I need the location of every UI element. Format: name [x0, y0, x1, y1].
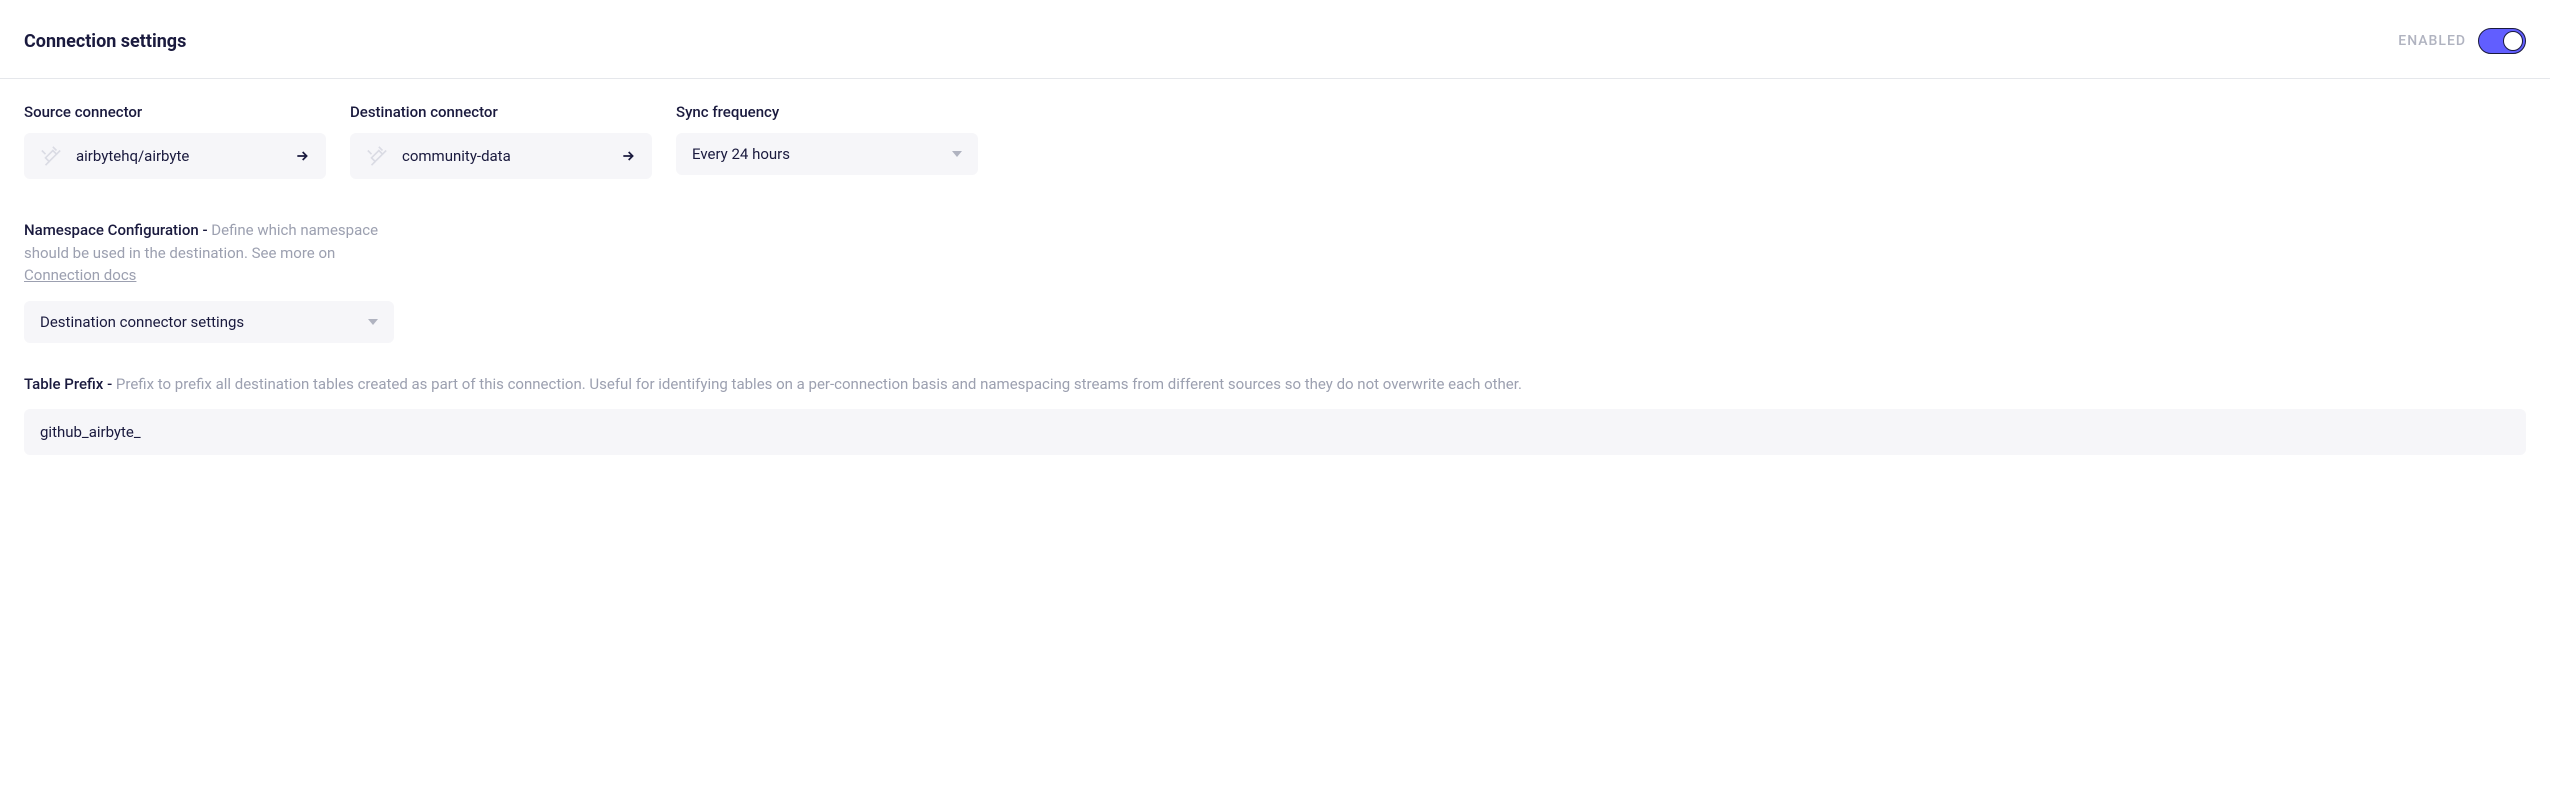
destination-connector-left: community-data	[366, 145, 511, 167]
top-row: Source connector airbytehq/airbyte Desti…	[24, 103, 2526, 179]
sync-frequency-select[interactable]: Every 24 hours	[676, 133, 978, 175]
namespace-value: Destination connector settings	[40, 313, 244, 331]
arrow-right-icon	[620, 148, 636, 164]
namespace-heading: Namespace Configuration - Define which n…	[24, 219, 384, 287]
table-prefix-heading: Table Prefix - Prefix to prefix all dest…	[24, 373, 2526, 396]
sync-frequency-value: Every 24 hours	[692, 145, 790, 163]
destination-connector-field: Destination connector community-data	[350, 103, 652, 179]
tools-icon	[366, 145, 388, 167]
sync-frequency-field: Sync frequency Every 24 hours	[676, 103, 978, 179]
namespace-select[interactable]: Destination connector settings	[24, 301, 394, 343]
destination-connector-label: Destination connector	[350, 103, 652, 121]
source-connector-select[interactable]: airbytehq/airbyte	[24, 133, 326, 179]
source-connector-value: airbytehq/airbyte	[76, 147, 189, 165]
source-connector-field: Source connector airbytehq/airbyte	[24, 103, 326, 179]
enabled-toggle[interactable]	[2478, 28, 2526, 54]
namespace-heading-strong: Namespace Configuration -	[24, 221, 211, 239]
tools-icon	[40, 145, 62, 167]
table-prefix-heading-desc: Prefix to prefix all destination tables …	[116, 375, 1522, 393]
toggle-knob	[2503, 31, 2523, 51]
settings-content: Source connector airbytehq/airbyte Desti…	[0, 79, 2550, 509]
table-prefix-section: Table Prefix - Prefix to prefix all dest…	[24, 373, 2526, 456]
source-connector-label: Source connector	[24, 103, 326, 121]
page-title: Connection settings	[24, 31, 186, 52]
arrow-right-icon	[294, 148, 310, 164]
settings-header: Connection settings ENABLED	[0, 0, 2550, 79]
enabled-label: ENABLED	[2398, 33, 2466, 49]
table-prefix-heading-strong: Table Prefix -	[24, 375, 116, 393]
sync-frequency-label: Sync frequency	[676, 103, 978, 121]
chevron-down-icon	[368, 317, 378, 327]
source-connector-left: airbytehq/airbyte	[40, 145, 189, 167]
table-prefix-input[interactable]	[24, 409, 2526, 455]
destination-connector-select[interactable]: community-data	[350, 133, 652, 179]
enabled-toggle-group: ENABLED	[2398, 28, 2526, 54]
connection-docs-link[interactable]: Connection docs	[24, 266, 136, 284]
chevron-down-icon	[952, 149, 962, 159]
namespace-section: Namespace Configuration - Define which n…	[24, 219, 2526, 343]
destination-connector-value: community-data	[402, 147, 511, 165]
